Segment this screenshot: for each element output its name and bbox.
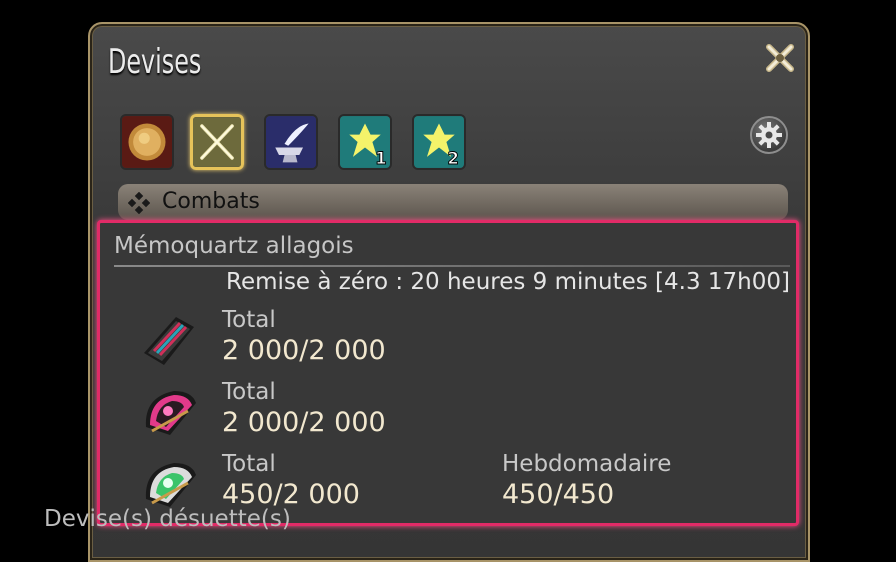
- tab-gil[interactable]: [120, 114, 174, 170]
- total-label: Total: [222, 379, 276, 405]
- scrip-icon: 1: [340, 116, 390, 168]
- tomestone-panel: Mémoquartz allagois Remise à zéro : 20 h…: [97, 220, 799, 526]
- currency-row: Total 2 000/2 000: [100, 307, 790, 377]
- total-value: 2 000/2 000: [222, 407, 386, 438]
- scrip-icon: 2: [414, 116, 464, 168]
- tab-scrip-1[interactable]: 1: [338, 114, 392, 170]
- diamond-cluster-icon: [128, 192, 150, 214]
- tab-scrip-2[interactable]: 2: [412, 114, 466, 170]
- total-label: Total: [222, 307, 276, 333]
- divider: [114, 265, 790, 267]
- tab-combat[interactable]: [190, 114, 244, 170]
- svg-text:2: 2: [447, 149, 459, 168]
- currency-window: Devises 1 2 Combats Mémoquartz allagois …: [88, 22, 810, 562]
- reset-timer: Remise à zéro : 20 heures 9 minutes [4.3…: [226, 269, 790, 295]
- weekly-label: Hebdomadaire: [502, 451, 672, 477]
- total-label: Total: [222, 451, 276, 477]
- gear-icon: [756, 122, 782, 148]
- crossed-swords-icon: [193, 117, 241, 167]
- settings-button[interactable]: [750, 116, 788, 154]
- panel-title: Mémoquartz allagois: [114, 233, 354, 259]
- close-icon: [766, 44, 794, 72]
- section-header-combat[interactable]: Combats: [118, 184, 788, 220]
- section-label: Combats: [162, 189, 260, 214]
- anvil-quill-icon: [266, 116, 316, 168]
- window-title: Devises: [108, 42, 202, 82]
- section-header-obsolete[interactable]: Devise(s) désuette(s): [44, 506, 291, 532]
- svg-text:1: 1: [375, 149, 387, 168]
- tab-crafting[interactable]: [264, 114, 318, 170]
- currency-row: Total 2 000/2 000: [100, 379, 790, 449]
- coin-icon: [122, 116, 172, 168]
- tomestone-pink-icon[interactable]: [138, 381, 200, 443]
- close-button[interactable]: [760, 38, 800, 78]
- total-value: 2 000/2 000: [222, 335, 386, 366]
- tomestone-red-icon[interactable]: [138, 309, 200, 371]
- weekly-value: 450/450: [502, 479, 615, 510]
